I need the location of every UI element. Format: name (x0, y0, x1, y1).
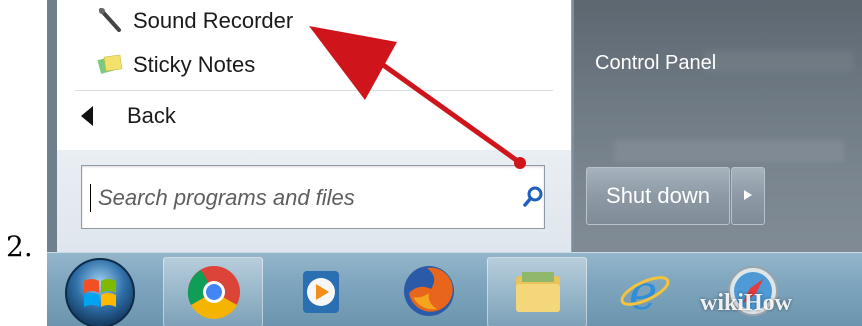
search-icon[interactable] (522, 186, 544, 208)
microphone-icon (97, 8, 125, 34)
folder-icon (516, 272, 560, 312)
start-menu-left-pane: Sound Recorder Sticky Notes Back (57, 0, 572, 252)
media-player-icon (303, 271, 339, 313)
shut-down-options-button[interactable] (731, 167, 765, 225)
shut-down-label: Shut down (606, 183, 710, 208)
windows-start-menu-screenshot: Control Panel Sound Recorder Sticky Note… (47, 0, 862, 326)
step-number: 2. (6, 230, 33, 263)
wikihow-watermark: wikiHow (700, 290, 793, 316)
taskbar-explorer[interactable] (487, 257, 587, 326)
taskbar-chrome[interactable] (163, 257, 263, 326)
ie-icon: e (620, 265, 670, 319)
windows-start-icon[interactable] (62, 255, 138, 326)
program-item-sticky-notes[interactable]: Sticky Notes (97, 52, 255, 78)
triangle-right-icon (742, 187, 754, 206)
blurred-background-text (704, 50, 854, 72)
blurred-background-text (614, 140, 844, 162)
svg-text:e: e (629, 265, 657, 319)
program-label: Sticky Notes (133, 52, 256, 77)
menu-separator (75, 90, 553, 91)
program-item-sound-recorder[interactable]: Sound Recorder (97, 8, 293, 34)
taskbar-firefox[interactable] (379, 257, 479, 326)
firefox-icon (404, 266, 454, 316)
chrome-icon (187, 266, 240, 319)
triangle-left-icon (75, 103, 103, 129)
text-caret (90, 184, 91, 212)
program-label: Sound Recorder (133, 8, 294, 33)
control-panel-link[interactable]: Control Panel (595, 52, 716, 75)
search-input[interactable] (96, 180, 500, 216)
back-label: Back (127, 103, 176, 128)
taskbar-media-player[interactable] (271, 257, 371, 326)
taskbar-internet-explorer[interactable]: e (595, 257, 695, 326)
back-button[interactable]: Back (75, 103, 176, 129)
shut-down-button[interactable]: Shut down (586, 167, 730, 225)
search-box[interactable] (81, 165, 545, 229)
sticky-notes-icon (97, 52, 125, 78)
